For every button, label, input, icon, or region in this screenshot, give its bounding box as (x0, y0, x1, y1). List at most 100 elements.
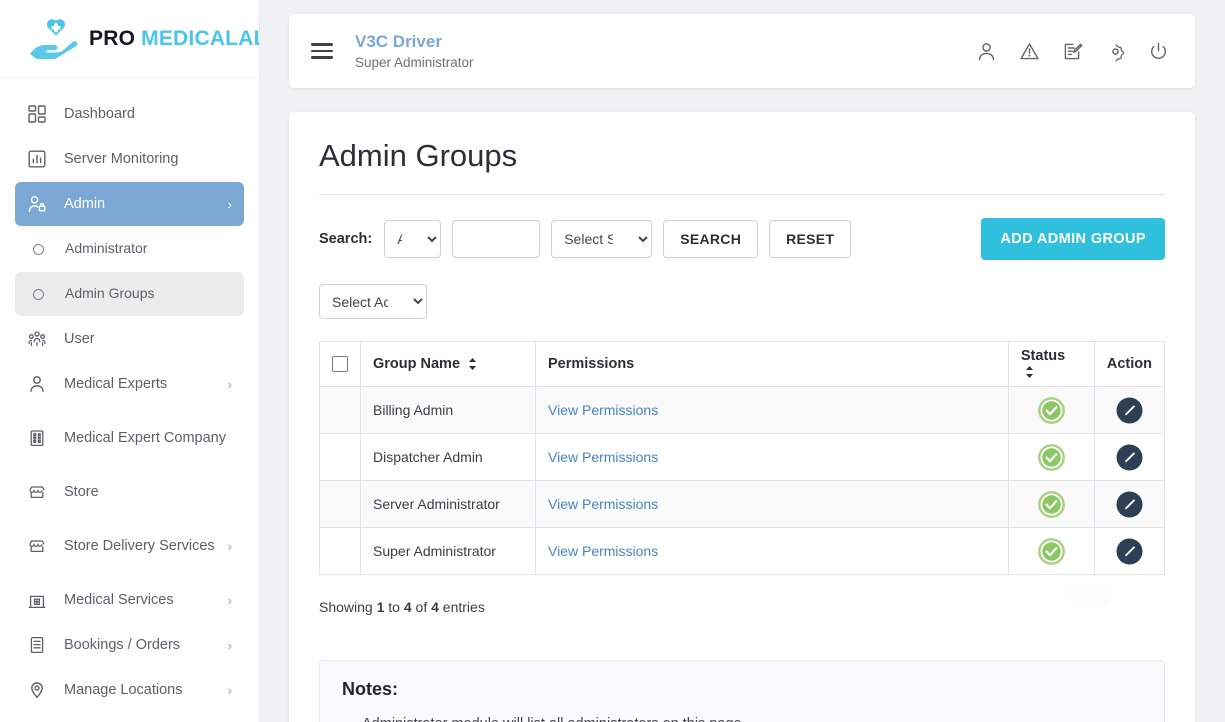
edit-pencil-circle-icon[interactable] (1116, 538, 1143, 565)
cell-permissions: View Permissions (535, 527, 1009, 575)
showing-entries-text: Showing 1 to 4 of 4 entries (319, 599, 1165, 615)
cell-group-name: Server Administrator (360, 480, 536, 528)
admin-groups-table: Group Name Permissions Status Action Bil… (319, 341, 1166, 575)
view-permissions-link[interactable]: View Permissions (548, 496, 658, 512)
sidebar-item-label: Store Delivery Services (64, 537, 215, 554)
th-status[interactable]: Status (1007, 341, 1095, 387)
settings-gear-icon[interactable] (1105, 41, 1126, 62)
topbar-titles: V3C Driver Super Administrator (355, 32, 474, 69)
notes-heading: Notes: (342, 679, 399, 699)
search-input[interactable] (452, 220, 541, 258)
content-card: Admin Groups Search: All Select Status S… (289, 112, 1195, 722)
sidebar-item-dashboard[interactable]: Dashboard (15, 92, 244, 136)
green-check-circle-icon[interactable] (1037, 396, 1065, 424)
search-button[interactable]: SEARCH (663, 220, 759, 258)
edit-pencil-circle-icon[interactable] (1116, 444, 1143, 471)
sidebar-item-store-delivery-services[interactable]: Store Delivery Services › (15, 515, 244, 577)
bulk-action-select[interactable]: Select Action (319, 284, 427, 319)
sidebar-item-store[interactable]: Store (15, 470, 244, 514)
page-title: Admin Groups (319, 138, 1165, 195)
dashboard-grid-icon (28, 105, 54, 123)
store-icon (28, 537, 54, 555)
sidebar-nav: Dashboard Server Monitoring Admin › Admi… (0, 78, 259, 712)
showing-to: 4 (403, 599, 412, 615)
search-label: Search: (319, 231, 373, 247)
topbar-icon-group (976, 41, 1169, 62)
add-admin-group-button[interactable]: ADD ADMIN GROUP (981, 218, 1165, 260)
green-check-circle-icon[interactable] (1037, 537, 1065, 565)
search-field-select[interactable]: All (384, 220, 442, 258)
view-permissions-link[interactable]: View Permissions (548, 402, 658, 418)
sidebar-item-bookings-orders[interactable]: Bookings / Orders › (15, 623, 244, 667)
power-logout-icon[interactable] (1148, 41, 1169, 62)
cell-status (1007, 527, 1095, 575)
sidebar-item-administrator[interactable]: Administrator (15, 227, 244, 271)
table-row: Super Administrator View Permissions (319, 527, 1166, 575)
cell-status (1007, 433, 1095, 481)
notes-list-item: Administrator module will list all admin… (362, 713, 1142, 722)
view-permissions-link[interactable]: View Permissions (548, 449, 658, 465)
row-checkbox-cell (319, 433, 361, 481)
profile-user-icon[interactable] (976, 41, 997, 62)
showing-of: of (411, 599, 432, 615)
chevron-right-icon: › (227, 538, 232, 554)
green-check-circle-icon[interactable] (1037, 490, 1065, 518)
sidebar: PRO MEDICALALL Dashboard (0, 0, 260, 722)
cell-action (1093, 433, 1166, 481)
brand-name: PRO MEDICALALL (89, 26, 259, 51)
sidebar-item-label: Store (64, 483, 99, 500)
green-check-circle-icon[interactable] (1037, 443, 1065, 471)
edit-document-icon[interactable] (1062, 41, 1083, 62)
chevron-right-icon: › (227, 376, 232, 392)
sidebar-item-label: Medical Services (64, 591, 174, 608)
showing-prefix: Showing (319, 599, 377, 615)
showing-mid: to (384, 599, 404, 615)
sidebar-item-medical-expert-company[interactable]: Medical Expert Company (15, 407, 244, 469)
table-row: Dispatcher Admin View Permissions (319, 433, 1166, 481)
sidebar-item-admin-groups[interactable]: Admin Groups (15, 272, 244, 316)
edit-pencil-circle-icon[interactable] (1116, 491, 1143, 518)
pagination-control[interactable] (1066, 581, 1110, 605)
table-body: Billing Admin View Permissions Dispatche… (319, 386, 1166, 575)
th-action: Action (1093, 341, 1166, 387)
reset-button[interactable]: RESET (769, 220, 852, 258)
th-permissions-label: Permissions (548, 356, 635, 372)
view-permissions-link[interactable]: View Permissions (548, 543, 658, 559)
sidebar-item-server-monitoring[interactable]: Server Monitoring (15, 137, 244, 181)
hospital-icon (28, 591, 54, 609)
sidebar-item-manage-locations[interactable]: Manage Locations › (15, 668, 244, 712)
sidebar-item-medical-experts[interactable]: Medical Experts › (15, 362, 244, 406)
chevron-right-icon: › (227, 682, 232, 698)
sidebar-item-label: Manage Locations (64, 681, 183, 698)
warning-triangle-icon[interactable] (1019, 41, 1040, 62)
th-action-label: Action (1106, 356, 1152, 372)
users-group-icon (28, 330, 54, 348)
cell-permissions: View Permissions (535, 433, 1009, 481)
th-group-name[interactable]: Group Name (360, 341, 536, 387)
row-checkbox-cell (319, 480, 361, 528)
sidebar-item-medical-services[interactable]: Medical Services › (15, 578, 244, 622)
select-all-checkbox[interactable] (332, 356, 348, 373)
notes-list: Administrator module will list all admin… (362, 713, 1142, 722)
sidebar-item-label: Medical Experts (64, 375, 168, 392)
user-lock-icon (28, 195, 54, 213)
main-content: V3C Driver Super Administrator Admin Gro… (260, 0, 1225, 722)
cell-permissions: View Permissions (535, 386, 1009, 434)
brand-name-bold: PRO (89, 26, 136, 50)
brand-name-light: MEDICALALL (141, 26, 259, 50)
document-list-icon (28, 636, 54, 654)
app-root: PRO MEDICALALL Dashboard (0, 0, 1225, 722)
sidebar-item-label: Bookings / Orders (64, 636, 181, 653)
sidebar-item-label: User (64, 330, 95, 347)
status-filter-select[interactable]: Select Status (551, 220, 653, 258)
hamburger-menu-icon[interactable] (311, 39, 333, 62)
brand-logo[interactable]: PRO MEDICALALL (0, 0, 259, 78)
bulk-action-row: Select Action (319, 284, 1165, 319)
sidebar-item-user[interactable]: User (15, 317, 244, 361)
chart-bar-square-icon (28, 150, 54, 168)
topbar-title: V3C Driver (355, 32, 442, 52)
sidebar-item-admin[interactable]: Admin › (15, 182, 244, 226)
sidebar-item-label: Dashboard (64, 105, 135, 122)
edit-pencil-circle-icon[interactable] (1116, 397, 1143, 424)
topbar-subtitle: Super Administrator (355, 54, 474, 70)
